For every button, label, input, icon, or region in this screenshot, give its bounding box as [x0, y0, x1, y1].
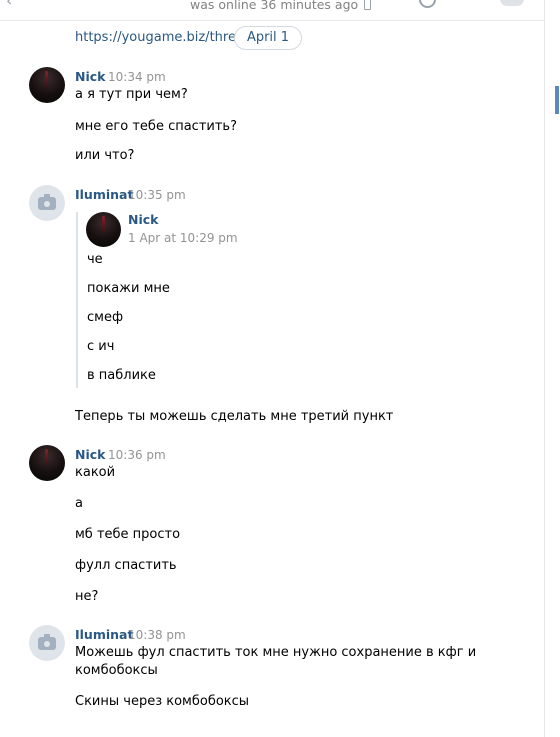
- avatar-nick[interactable]: [29, 445, 65, 481]
- message-text: или что?: [75, 148, 135, 163]
- message-text: мне его тебе спастить?: [75, 119, 237, 134]
- forwarded-text: в паблике: [87, 368, 156, 383]
- panel-divider: [544, 0, 545, 737]
- message-text: Можешь фул спастить ток мне нужно сохран…: [75, 645, 477, 660]
- message-text: а: [75, 496, 83, 511]
- message-author[interactable]: Nick: [75, 69, 105, 84]
- message-text: не?: [75, 589, 99, 604]
- online-status: was online 36 minutes ago: [190, 0, 372, 12]
- message-text: комбобоксы: [75, 663, 158, 678]
- message-text: Скины через комбобоксы: [75, 694, 250, 709]
- avatar-iluminat[interactable]: [29, 185, 65, 221]
- forwarded-author[interactable]: Nick: [128, 212, 158, 227]
- chat-header: ‹ was online 36 minutes ago: [0, 0, 545, 21]
- message-text: а я тут при чем?: [75, 87, 188, 102]
- avatar-iluminat[interactable]: [29, 625, 65, 661]
- search-icon[interactable]: [419, 0, 436, 8]
- forwarded-time[interactable]: 1 Apr at 10:29 pm: [128, 231, 238, 245]
- message-time[interactable]: 10:38 pm: [128, 628, 186, 642]
- chat-avatar-menu[interactable]: [500, 0, 524, 6]
- message-author[interactable]: Nick: [75, 447, 105, 462]
- thread-link[interactable]: https://yougame.biz/thread: [75, 30, 252, 45]
- online-status-text: was online 36 minutes ago: [190, 0, 359, 12]
- forwarded-text: с ич: [87, 339, 115, 354]
- camera-icon: [38, 194, 56, 210]
- message-time[interactable]: 10:36 pm: [108, 448, 166, 462]
- message-text: мб тебе просто: [75, 527, 181, 542]
- forwarded-text: смеф: [87, 310, 124, 325]
- date-separator: April 1: [234, 26, 302, 50]
- message-author[interactable]: Iluminat: [75, 627, 133, 642]
- message-text: Теперь ты можешь сделать мне третий пунк…: [75, 409, 394, 424]
- message-author[interactable]: Iluminat: [75, 187, 133, 202]
- forwarded-quote-bar: [76, 212, 78, 388]
- message-text: какой: [75, 465, 116, 480]
- forwarded-text: че: [87, 252, 103, 267]
- forwarded-text: покажи мне: [87, 281, 170, 296]
- message-time[interactable]: 10:34 pm: [108, 70, 166, 84]
- avatar-nick[interactable]: [29, 67, 65, 103]
- message-text: фулл спастить: [75, 558, 177, 573]
- back-arrow-icon[interactable]: ‹: [6, 0, 12, 10]
- message-time[interactable]: 10:35 pm: [128, 188, 186, 202]
- avatar-nick-forwarded[interactable]: [86, 212, 121, 247]
- mobile-phone-icon: [364, 0, 372, 10]
- camera-icon: [38, 634, 56, 650]
- scrollbar-thumb[interactable]: [555, 86, 559, 114]
